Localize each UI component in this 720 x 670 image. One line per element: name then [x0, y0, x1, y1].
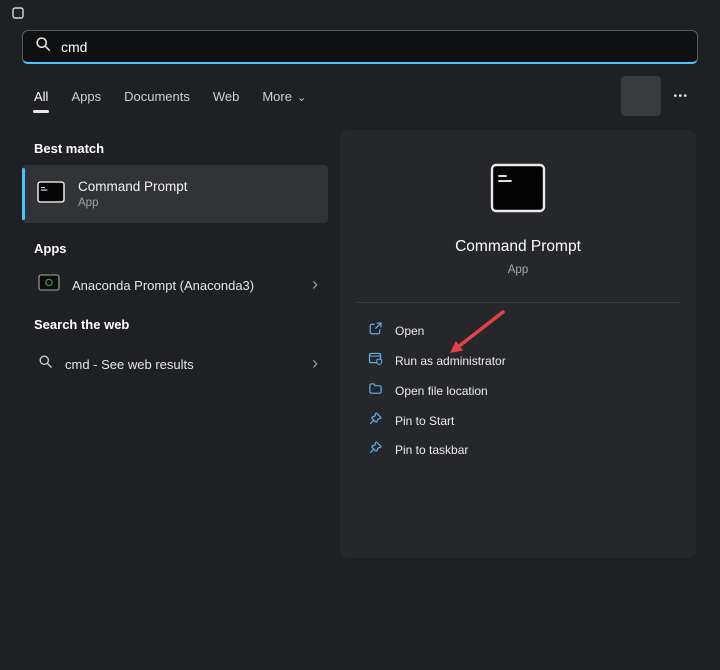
action-label: Run as administrator: [395, 354, 506, 368]
action-pin-to-start[interactable]: Pin to Start: [368, 408, 454, 434]
divider: [356, 302, 680, 303]
run-as-administrator-icon: [368, 351, 383, 371]
anaconda-prompt-icon: [38, 274, 60, 296]
preview-title: Command Prompt: [340, 238, 696, 256]
best-match-subtitle: App: [78, 197, 188, 209]
account-button[interactable]: [621, 76, 661, 116]
action-open[interactable]: Open: [368, 318, 424, 344]
open-icon: [368, 321, 383, 341]
best-match-item[interactable]: Command Prompt App: [22, 165, 328, 223]
best-match-heading: Best match: [34, 141, 104, 156]
search-input[interactable]: [61, 39, 685, 55]
action-open-file-location[interactable]: Open file location: [368, 378, 488, 404]
search-window: All Apps Documents Web More ⌄ ••• Best ma…: [0, 0, 720, 670]
search-icon: [35, 36, 51, 57]
search-icon: [38, 354, 53, 374]
pin-icon: [368, 440, 383, 460]
tab-label: More: [262, 89, 292, 104]
tab-label: Documents: [124, 89, 190, 104]
list-item-label: cmd - See web results: [65, 357, 300, 372]
command-prompt-icon: [37, 181, 65, 208]
overflow-menu-button[interactable]: •••: [666, 87, 696, 105]
tab-label: Web: [213, 89, 240, 104]
best-match-title: Command Prompt: [78, 179, 188, 194]
apps-heading: Apps: [34, 241, 67, 256]
web-heading: Search the web: [34, 317, 129, 332]
chevron-down-icon: ⌄: [297, 92, 306, 104]
chevron-right-icon: ›: [312, 354, 318, 374]
action-label: Open: [395, 324, 424, 338]
list-item-anaconda-prompt[interactable]: Anaconda Prompt (Anaconda3) ›: [22, 266, 328, 304]
list-item-web-search[interactable]: cmd - See web results ›: [22, 345, 328, 383]
selection-accent-bar: [22, 168, 25, 220]
tabs-bar: All Apps Documents Web More ⌄: [34, 89, 306, 113]
tab-label: All: [34, 89, 48, 104]
action-label: Open file location: [395, 384, 488, 398]
action-label: Pin to Start: [395, 414, 454, 428]
tab-all[interactable]: All: [34, 89, 48, 113]
preview-subtitle: App: [340, 264, 696, 276]
tab-apps[interactable]: Apps: [71, 89, 101, 113]
action-pin-to-taskbar[interactable]: Pin to taskbar: [368, 437, 468, 463]
action-label: Pin to taskbar: [395, 443, 468, 457]
folder-icon: [368, 381, 383, 401]
pin-icon: [368, 411, 383, 431]
preview-panel: Command Prompt App Open Run as administr…: [340, 130, 696, 558]
window-icon: [12, 6, 24, 24]
list-item-label: Anaconda Prompt (Anaconda3): [72, 278, 300, 293]
tab-documents[interactable]: Documents: [124, 89, 190, 113]
action-run-as-administrator[interactable]: Run as administrator: [368, 348, 506, 374]
search-bar[interactable]: [22, 30, 698, 64]
tab-label: Apps: [71, 89, 101, 104]
command-prompt-icon-large: [490, 163, 546, 218]
tab-more[interactable]: More ⌄: [262, 89, 306, 113]
chevron-right-icon: ›: [312, 275, 318, 295]
tab-web[interactable]: Web: [213, 89, 240, 113]
